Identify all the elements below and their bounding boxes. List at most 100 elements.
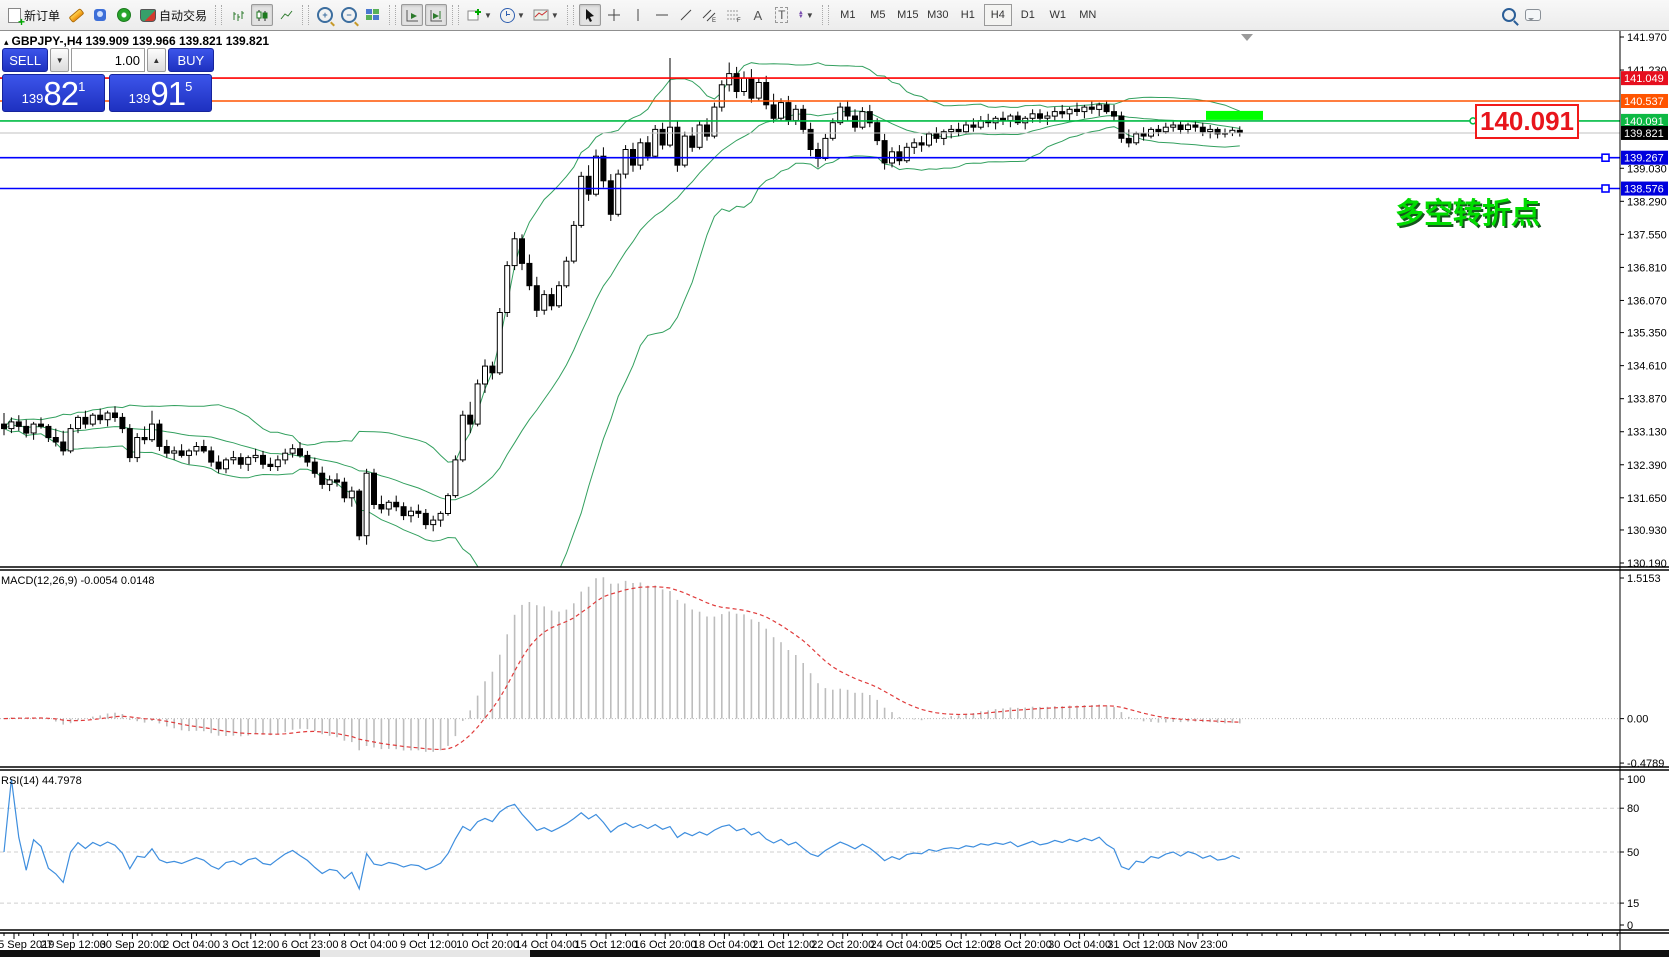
horizontal-line-button[interactable] [651, 4, 673, 26]
collapse-arrow-icon: ▴ [4, 37, 9, 47]
bar-chart-button[interactable] [227, 4, 249, 26]
symbol-header: ▴ GBPJPY-,H4 139.909 139.966 139.821 139.… [4, 34, 269, 48]
periods-button[interactable]: ▼ [497, 4, 528, 26]
cursor-icon [585, 9, 594, 22]
symbol-ohlc-text: GBPJPY-,H4 139.909 139.966 139.821 139.8… [11, 34, 270, 48]
buy-price-button[interactable]: 139 91 5 [109, 74, 212, 112]
signals-button[interactable] [113, 4, 135, 26]
chevron-down-icon: ▼ [550, 10, 559, 20]
toolbar-group-scroll [400, 0, 448, 30]
volume-input[interactable] [71, 48, 145, 72]
community-icon [94, 9, 107, 21]
zoom-in-button[interactable]: + [314, 4, 336, 26]
signals-icon [117, 8, 132, 22]
autotrading-button[interactable]: 自动交易 [137, 4, 210, 26]
svg-text:136.810: 136.810 [1627, 262, 1667, 274]
clock-icon [499, 7, 515, 23]
line-chart-icon [280, 10, 292, 19]
arrows-icon: ▲ ▼ [797, 10, 804, 20]
chevron-down-icon: ▼ [484, 10, 492, 20]
svg-text:15: 15 [1627, 898, 1639, 910]
svg-text:F: F [737, 18, 741, 23]
tile-windows-button[interactable] [362, 4, 384, 26]
svg-text:E: E [712, 18, 716, 23]
timeframe-button-m5[interactable]: M5 [864, 4, 892, 26]
indicators-button[interactable]: ▼ [464, 4, 495, 26]
channel-button[interactable]: E [699, 4, 721, 26]
zoom-in-icon: + [317, 7, 334, 23]
candlestick-chart-button[interactable] [251, 4, 274, 26]
new-order-label: 新订单 [24, 8, 61, 23]
timeframe-button-h1[interactable]: H1 [954, 4, 982, 26]
cursor-button[interactable] [578, 4, 601, 26]
price-annotation-box: 140.091 [1475, 104, 1579, 139]
toolbar-grip[interactable] [215, 5, 223, 25]
timeframe-button-w1[interactable]: W1 [1044, 4, 1072, 26]
chevron-down-icon: ▼ [805, 10, 814, 20]
svg-text:138.576: 138.576 [1624, 184, 1664, 196]
rsi-indicator-label: RSI(14) 44.7978 [1, 775, 82, 787]
text-icon: A [753, 7, 763, 23]
trendline-button[interactable] [675, 4, 697, 26]
marker-icon [68, 7, 85, 23]
buy-button[interactable]: BUY [167, 48, 214, 72]
svg-text:140.537: 140.537 [1624, 96, 1664, 108]
timeframe-button-m15[interactable]: M15 [894, 4, 922, 26]
timeframe-button-mn[interactable]: MN [1074, 4, 1102, 26]
toolbar: 新订单 自动交易 + − [0, 0, 1669, 31]
toolbar-grip[interactable] [389, 5, 397, 25]
community-button[interactable] [89, 4, 111, 26]
line-chart-button[interactable] [275, 4, 297, 26]
templates-button[interactable]: ▼ [530, 4, 562, 26]
timeframe-button-m1[interactable]: M1 [834, 4, 862, 26]
toolbar-grip[interactable] [821, 5, 829, 25]
toolbar-grip[interactable] [302, 5, 310, 25]
volume-decrease-button[interactable]: ▼ [50, 48, 69, 72]
sell-price-pip: 1 [78, 79, 86, 94]
svg-text:50: 50 [1627, 847, 1639, 859]
horizontal-line-icon [655, 14, 668, 16]
fibonacci-button[interactable]: F [723, 4, 745, 26]
vertical-line-button[interactable] [627, 4, 649, 26]
horizontal-scrollbar[interactable] [0, 950, 1669, 957]
toolbar-group-trade: 新订单 自动交易 [4, 0, 211, 30]
svg-text:139.030: 139.030 [1627, 163, 1667, 175]
chat-icon [1525, 9, 1541, 21]
svg-text:130.930: 130.930 [1627, 525, 1667, 537]
chart-shift-icon [430, 9, 442, 21]
sell-button[interactable]: SELL [2, 48, 49, 72]
timeframe-button-d1[interactable]: D1 [1014, 4, 1042, 26]
chart-shift-button[interactable] [425, 4, 448, 26]
svg-text:137.550: 137.550 [1627, 229, 1667, 241]
toolbar-grip[interactable] [566, 5, 574, 25]
tile-windows-icon [366, 9, 380, 21]
toolbar-grip[interactable] [452, 5, 460, 25]
template-icon [533, 9, 549, 21]
trendline-icon [680, 9, 692, 21]
volume-increase-button[interactable]: ▲ [147, 48, 166, 72]
bar-chart-icon [233, 10, 244, 21]
search-button[interactable] [1498, 4, 1520, 26]
timeframe-button-m30[interactable]: M30 [924, 4, 952, 26]
marker-button[interactable] [65, 4, 87, 26]
chat-button[interactable] [1522, 4, 1544, 26]
toolbar-group-timeframes: M1 M5 M15 M30 H1 H4 D1 W1 MN [833, 0, 1103, 30]
new-order-button[interactable]: 新订单 [5, 4, 63, 27]
svg-text:1.5153: 1.5153 [1627, 573, 1661, 585]
arrows-button[interactable]: ▲ ▼ ▼ [795, 4, 817, 26]
auto-scroll-button[interactable] [401, 4, 424, 26]
turning-point-annotation: 多空转折点 [1395, 198, 1541, 230]
zoom-out-button[interactable]: − [338, 4, 360, 26]
text-label-icon: T [775, 7, 789, 23]
sell-price-main: 82 [43, 75, 79, 112]
sell-price-button[interactable]: 139 82 1 [2, 74, 105, 112]
chart-area[interactable]: 141.970 141.230 139.030 138.290 137.550 136.8… [0, 31, 1669, 962]
buy-price-main: 91 [150, 75, 186, 112]
text-button[interactable]: A [747, 4, 769, 26]
scrollbar-thumb[interactable] [320, 950, 530, 957]
text-label-button[interactable]: T [771, 4, 793, 26]
indicators-icon [467, 8, 482, 20]
svg-text:0.00: 0.00 [1627, 714, 1648, 726]
crosshair-button[interactable] [603, 4, 625, 26]
timeframe-button-h4[interactable]: H4 [983, 4, 1012, 26]
